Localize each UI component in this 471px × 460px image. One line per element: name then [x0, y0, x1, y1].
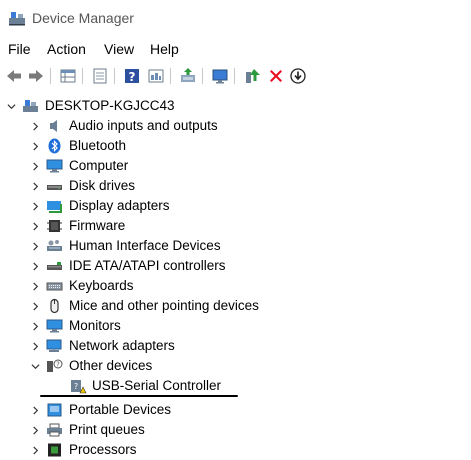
menu-file[interactable]: File [8, 41, 31, 57]
tree-item-label: IDE ATA/ATAPI controllers [69, 258, 226, 273]
bluetooth-icon [48, 138, 61, 154]
tree-root[interactable]: DESKTOP-KGJCC43 [0, 96, 471, 116]
tree-item-ide[interactable]: IDE ATA/ATAPI controllers [0, 256, 471, 276]
chevron-right-icon[interactable] [30, 199, 40, 213]
svg-text:?: ? [56, 361, 60, 369]
tree-root-label: DESKTOP-KGJCC43 [45, 98, 175, 113]
tree-item-usb-serial-controller[interactable]: ? USB-Serial Controller [0, 376, 471, 396]
keyboard-icon [46, 282, 63, 291]
chevron-right-icon[interactable] [30, 179, 40, 193]
tree-item-portable-devices[interactable]: Portable Devices [0, 400, 471, 420]
monitor-icon [46, 319, 63, 333]
tree-item-label: Audio inputs and outputs [69, 118, 218, 133]
chevron-right-icon[interactable] [30, 139, 40, 153]
chevron-right-icon[interactable] [30, 443, 40, 457]
firmware-chip-icon [47, 220, 62, 232]
tree-item-label: Network adapters [69, 338, 175, 353]
monitor-icon[interactable] [210, 66, 230, 86]
chevron-right-icon[interactable] [30, 423, 40, 437]
tree-item-label: Computer [69, 158, 129, 173]
tree-item-label: Keyboards [69, 278, 134, 293]
human-interface-icon [47, 240, 62, 251]
tree-item-hid[interactable]: Human Interface Devices [0, 236, 471, 256]
back-arrow-icon[interactable] [4, 66, 24, 86]
update-driver-icon[interactable] [178, 66, 198, 86]
tree-item-label: Monitors [69, 318, 121, 333]
properties-grid-icon[interactable] [58, 66, 78, 86]
mouse-icon [50, 298, 59, 314]
tree-item-label: Human Interface Devices [69, 238, 221, 253]
network-adapter-icon [46, 339, 62, 352]
svg-text:?: ? [129, 70, 136, 84]
tree-item-label: Print queues [69, 422, 145, 437]
device-tree: DESKTOP-KGJCC43 Audio inputs and outputs… [0, 96, 471, 459]
menu-bar: File Action View Help [0, 38, 471, 62]
chevron-right-icon[interactable] [30, 279, 40, 293]
view-resources-icon[interactable] [146, 66, 166, 86]
tree-item-keyboards[interactable]: Keyboards [0, 276, 471, 296]
other-devices-icon: ? [47, 359, 63, 372]
menu-help[interactable]: Help [150, 41, 179, 57]
add-driver-icon[interactable] [242, 66, 262, 86]
tree-item-computer[interactable]: Computer [0, 156, 471, 176]
portable-device-icon [47, 403, 62, 417]
computer-tree-icon [23, 100, 38, 112]
tree-item-processors[interactable]: Processors [0, 440, 471, 460]
chevron-right-icon[interactable] [30, 119, 40, 133]
device-manager-icon [9, 12, 25, 26]
tree-item-label: Display adapters [69, 198, 170, 213]
monitor-icon [46, 159, 63, 173]
chevron-right-icon[interactable] [30, 219, 40, 233]
tree-item-label: Other devices [69, 358, 153, 373]
tree-item-label: Processors [69, 442, 137, 457]
tree-item-label: USB-Serial Controller [92, 378, 222, 393]
window-title: Device Manager [32, 10, 134, 26]
tree-item-label: Bluetooth [69, 138, 127, 153]
svg-text:?: ? [74, 382, 78, 391]
tree-item-label: Disk drives [69, 178, 136, 193]
help-icon[interactable]: ? [122, 66, 142, 86]
toolbar: ? [0, 62, 471, 90]
chevron-right-icon[interactable] [30, 339, 40, 353]
scan-changes-icon[interactable] [288, 66, 308, 86]
tree-item-label: Firmware [69, 218, 126, 233]
forward-arrow-icon[interactable] [26, 66, 46, 86]
ide-controller-icon [47, 262, 62, 270]
tree-item-firmware[interactable]: Firmware [0, 216, 471, 236]
chevron-right-icon[interactable] [30, 159, 40, 173]
menu-action[interactable]: Action [47, 41, 86, 57]
tree-item-print-queues[interactable]: Print queues [0, 420, 471, 440]
uninstall-x-icon[interactable] [266, 66, 286, 86]
display-adapter-icon [47, 201, 62, 213]
tree-item-network[interactable]: Network adapters [0, 336, 471, 356]
chevron-right-icon[interactable] [30, 239, 40, 253]
tree-item-display-adapters[interactable]: Display adapters [0, 196, 471, 216]
chevron-down-icon[interactable] [30, 359, 40, 373]
title-bar: Device Manager [0, 0, 471, 36]
chevron-right-icon[interactable] [30, 319, 40, 333]
tree-item-label: Portable Devices [69, 402, 172, 417]
menu-view[interactable]: View [104, 41, 134, 57]
tree-item-monitors[interactable]: Monitors [0, 316, 471, 336]
tree-item-bluetooth[interactable]: Bluetooth [0, 136, 471, 156]
printer-icon [47, 423, 62, 437]
tree-item-label: Mice and other pointing devices [69, 298, 259, 313]
tree-item-mice[interactable]: Mice and other pointing devices [0, 296, 471, 316]
tree-item-disk-drives[interactable]: Disk drives [0, 176, 471, 196]
chevron-right-icon[interactable] [30, 299, 40, 313]
processor-icon [48, 443, 61, 457]
show-hidden-icon[interactable] [90, 66, 110, 86]
tree-item-audio[interactable]: Audio inputs and outputs [0, 116, 471, 136]
tree-item-other-devices[interactable]: ? Other devices [0, 356, 471, 376]
speaker-icon [50, 120, 57, 132]
disk-drive-icon [47, 185, 62, 190]
highlight-underline [40, 395, 238, 397]
unknown-device-warning-icon: ? [71, 380, 87, 394]
chevron-right-icon[interactable] [30, 259, 40, 273]
chevron-down-icon[interactable] [6, 99, 16, 113]
chevron-right-icon[interactable] [30, 403, 40, 417]
